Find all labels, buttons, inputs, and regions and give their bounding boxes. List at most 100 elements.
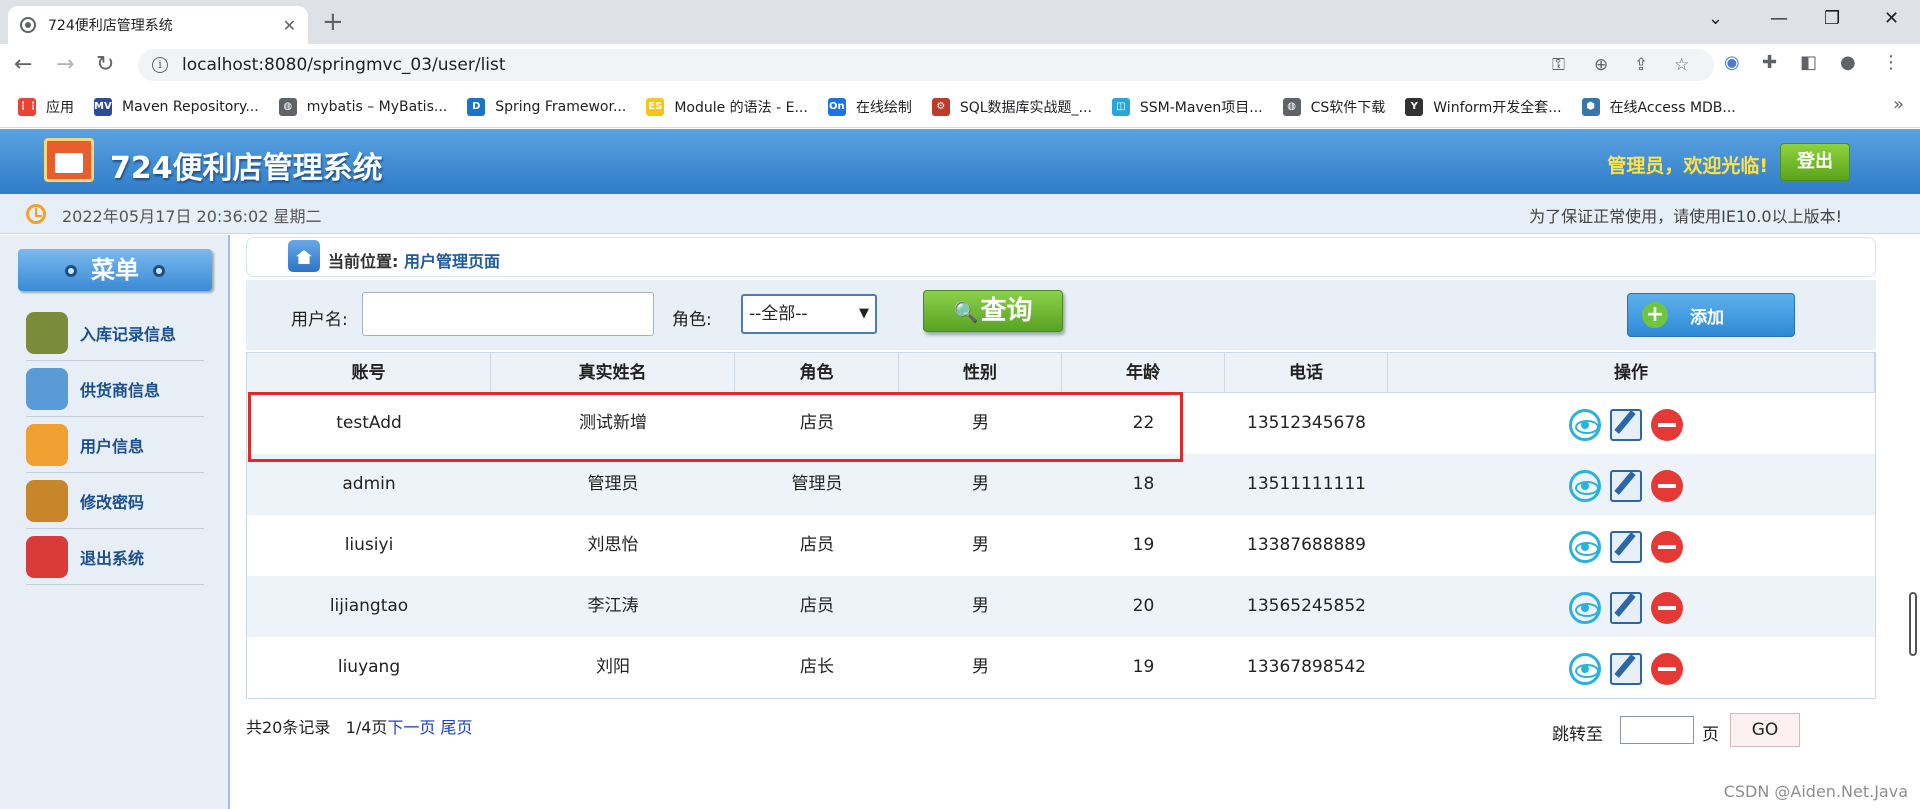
address-url[interactable]: localhost:8080/springmvc_03/user/list (182, 55, 506, 75)
cell-account: lijiangtao (329, 596, 409, 616)
clock-icon (26, 204, 46, 224)
bookmark-item[interactable]: ◫ SSM-Maven项目... (1111, 97, 1263, 117)
bookmark-item[interactable]: ⚙ SQL数据库实战题_... (931, 97, 1092, 117)
sidebar-item[interactable]: 修改密码 (26, 473, 204, 529)
delete-icon[interactable] (1651, 531, 1683, 563)
cell-name: 刘思怡 (587, 535, 639, 555)
add-user-button[interactable]: + 添加 (1627, 293, 1795, 337)
edit-icon[interactable] (1610, 592, 1642, 624)
tab-close-icon[interactable]: ✕ (283, 16, 296, 35)
bookmark-item[interactable]: Y Winform开发全套... (1405, 97, 1562, 117)
delete-icon[interactable] (1651, 470, 1683, 502)
bookmark-star-icon[interactable]: ☆ (1674, 56, 1689, 74)
view-eye-icon[interactable] (1569, 409, 1601, 441)
chevron-down-icon: ▼ (859, 306, 869, 321)
sidebar-item-label: 修改密码 (80, 492, 145, 512)
sidebar: 菜单 入库记录信息供货商信息用户信息修改密码退出系统 (0, 235, 230, 809)
table-row: liuyang 刘阳 店长 男 19 13367898542 (247, 637, 1875, 698)
bookmarks-overflow-icon[interactable]: » (1893, 94, 1904, 115)
bookmark-item[interactable]: ⋮⋮ 应用 (18, 97, 74, 117)
side-panel-icon[interactable]: ◧ (1800, 52, 1817, 74)
sidebar-item[interactable]: 退出系统 (26, 529, 204, 585)
forward-icon[interactable]: → (56, 52, 74, 78)
view-eye-icon[interactable] (1569, 470, 1601, 502)
scrollbar-thumb[interactable] (1909, 592, 1917, 656)
go-button[interactable]: GO (1730, 713, 1800, 747)
back-icon[interactable]: ← (14, 52, 32, 78)
cell-gender: 男 (972, 535, 989, 555)
zoom-icon[interactable]: ⊕ (1594, 56, 1608, 74)
cell-role: 店员 (800, 596, 834, 616)
bookmark-label: Spring Framewor... (495, 98, 627, 115)
sidebar-item[interactable]: 入库记录信息 (26, 305, 204, 361)
key-icon[interactable]: ⚿ (1552, 56, 1565, 74)
logout-button[interactable]: 登出 (1780, 143, 1850, 181)
edit-icon[interactable] (1610, 653, 1642, 685)
home-icon (288, 240, 320, 272)
menu-dot-icon (153, 265, 165, 277)
edit-icon[interactable] (1610, 531, 1642, 563)
browser-tab-strip: 724便利店管理系统 ✕ + ⌄ — ❐ ✕ (0, 0, 1920, 44)
view-eye-icon[interactable] (1569, 592, 1601, 624)
profile-avatar-icon[interactable]: ● (1840, 52, 1856, 74)
edit-icon[interactable] (1610, 409, 1642, 441)
cell-role: 管理员 (791, 474, 843, 494)
supplier-icon (26, 367, 68, 410)
bookmark-label: 在线Access MDB... (1609, 99, 1736, 116)
browser-tab[interactable]: 724便利店管理系统 ✕ (8, 6, 308, 44)
cell-age: 19 (1132, 535, 1155, 555)
location-label: 当前位置: (328, 252, 399, 271)
role-select[interactable]: --全部-- ▼ (741, 294, 877, 334)
bookmark-item[interactable]: On 在线绘制 (827, 97, 912, 117)
delete-icon[interactable] (1651, 409, 1683, 441)
minimize-icon[interactable]: — (1770, 6, 1788, 32)
delete-icon[interactable] (1651, 592, 1683, 624)
bookmark-label: Winform开发全套... (1433, 99, 1562, 116)
sidebar-item[interactable]: 供货商信息 (26, 361, 204, 417)
app-header: 724便利店管理系统 管理员，欢迎光临! 登出 (0, 129, 1920, 194)
next-page-link[interactable]: 下一页 (387, 718, 435, 737)
last-page-link[interactable]: 尾页 (441, 718, 473, 737)
bookmark-label: mybatis – MyBatis... (306, 98, 448, 115)
cell-account: liuyang (337, 657, 401, 677)
bookmark-item[interactable]: ◍ mybatis – MyBatis... (278, 97, 448, 116)
view-eye-icon[interactable] (1569, 531, 1601, 563)
bookmark-item[interactable]: ◍ CS软件下载 (1282, 97, 1385, 117)
bookmark-item[interactable]: D Spring Framewor... (467, 97, 627, 116)
bookmark-label: SSM-Maven项目... (1139, 99, 1263, 116)
reload-icon[interactable]: ↻ (96, 52, 114, 78)
bookmark-item[interactable]: ⬢ 在线Access MDB... (1581, 97, 1736, 117)
restore-icon[interactable]: ❐ (1824, 6, 1840, 32)
address-bar[interactable]: i localhost:8080/springmvc_03/user/list (138, 49, 1714, 81)
apps-grid-icon: ⋮⋮ (18, 97, 38, 116)
globe-icon: ◍ (1282, 97, 1301, 116)
spring-d-icon: D (467, 97, 486, 116)
share-icon[interactable]: ⇪ (1634, 56, 1648, 74)
browser-menu-icon[interactable]: ⋮ (1882, 52, 1900, 74)
username-input[interactable] (362, 292, 654, 336)
page-number-input[interactable] (1620, 716, 1694, 744)
username-label: 用户名: (291, 310, 348, 330)
extension-shield-icon[interactable]: ◉ (1724, 52, 1740, 74)
cell-name: 李江涛 (587, 596, 639, 616)
extensions-puzzle-icon[interactable]: ✚ (1762, 52, 1777, 74)
bookmark-item[interactable]: ES Module 的语法 - E... (646, 97, 808, 117)
menu-header: 菜单 (18, 249, 212, 291)
query-button[interactable]: 🔍查询 (923, 290, 1063, 332)
new-tab-icon[interactable]: + (322, 6, 344, 38)
tab-search-chevron-icon[interactable]: ⌄ (1708, 6, 1723, 32)
magnifier-icon: 🔍 (953, 300, 979, 324)
sidebar-item[interactable]: 用户信息 (26, 417, 204, 473)
edit-icon[interactable] (1610, 470, 1642, 502)
table-row: liusiyi 刘思怡 店员 男 19 13387688889 (247, 515, 1875, 576)
column-header: 真实姓名 (491, 353, 735, 393)
view-eye-icon[interactable] (1569, 653, 1601, 685)
window-close-icon[interactable]: ✕ (1884, 6, 1899, 32)
cell-gender: 男 (972, 474, 989, 494)
delete-icon[interactable] (1651, 653, 1683, 685)
site-info-icon[interactable]: i (152, 57, 168, 73)
column-header: 年龄 (1062, 353, 1225, 393)
sidebar-item-label: 供货商信息 (80, 380, 161, 400)
cell-gender: 男 (972, 596, 989, 616)
bookmark-item[interactable]: MVN Maven Repository... (94, 97, 259, 116)
